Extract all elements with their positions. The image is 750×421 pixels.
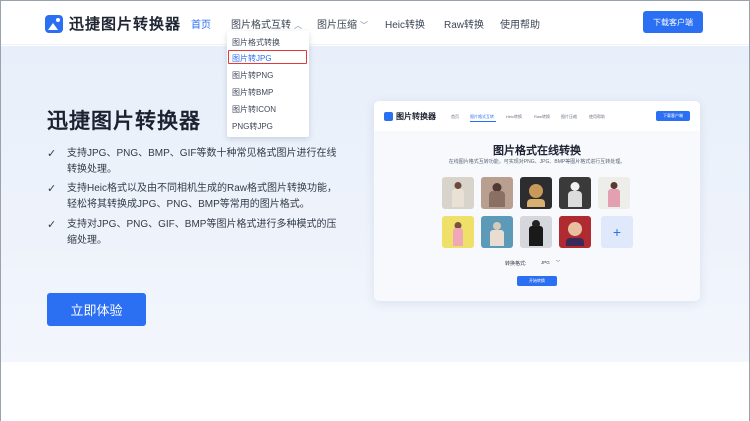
sample-photo xyxy=(481,216,513,248)
feature-text: 支持Heic格式以及由不同相机生成的Raw格式图片转换功能，轻松将其转换成JPG… xyxy=(67,183,338,210)
dropdown-item[interactable]: 图片转ICON xyxy=(232,104,276,115)
chevron-up-icon: ︿ xyxy=(294,21,302,30)
sample-photo xyxy=(520,216,552,248)
preview-format-label: 转换格式: xyxy=(505,261,527,267)
dropdown-item-to-jpg[interactable]: 图片转JPG xyxy=(232,53,272,64)
sample-photo xyxy=(598,177,630,209)
check-icon: ✓ xyxy=(47,219,57,231)
logo[interactable]: 迅捷图片转换器 xyxy=(45,13,181,34)
chevron-down-icon: ﹀ xyxy=(360,21,368,30)
preview-logo-text: 图片转换器 xyxy=(396,112,436,121)
preview-menu-item: 首页 xyxy=(451,114,459,119)
preview-menu-underline xyxy=(470,121,496,122)
dropdown-item[interactable]: 图片格式转换 xyxy=(232,37,280,48)
format-convert-dropdown: 图片格式转换 图片转JPG 图片转PNG 图片转BMP 图片转ICON PNG转… xyxy=(227,31,309,137)
sample-photo xyxy=(481,177,513,209)
check-icon: ✓ xyxy=(47,148,57,160)
sample-photo xyxy=(520,177,552,209)
nav-item-format-convert-label: 图片格式互转 xyxy=(231,20,291,31)
preview-format-value: JPG xyxy=(541,260,550,265)
sample-photo xyxy=(442,177,474,209)
sample-photo xyxy=(559,216,591,248)
image-logo-icon xyxy=(45,14,63,33)
nav-item-heic[interactable]: Heic转换 xyxy=(385,16,425,31)
nav-item-compress[interactable]: 图片压缩 ﹀ xyxy=(317,16,368,31)
logo-text: 迅捷图片转换器 xyxy=(69,16,182,33)
add-image-icon: + xyxy=(601,216,633,248)
feature-text: 支持对JPG、PNG、GIF、BMP等图片格式进行多种模式的压缩处理。 xyxy=(67,219,337,246)
chevron-down-icon: ﹀ xyxy=(555,259,561,265)
dropdown-item[interactable]: 图片转PNG xyxy=(232,70,273,81)
nav-item-home[interactable]: 首页 xyxy=(191,16,211,31)
preview-subtitle: 在线图片格式互转功能，可实现对PNG、JPG、BMP等图片格式进行互转处理。 xyxy=(448,159,626,165)
preview-menu-item: 使用帮助 xyxy=(589,114,605,119)
try-now-button[interactable]: 立即体验 xyxy=(47,293,146,326)
top-nav: 迅捷图片转换器 首页 图片格式互转 ︿ 图片压缩 ﹀ Heic转换 Raw转换 使用… xyxy=(1,1,749,45)
nav-item-raw[interactable]: Raw转换 xyxy=(444,16,484,31)
preview-logo-icon xyxy=(384,112,393,121)
preview-download-button: 下载客户端 xyxy=(656,111,690,121)
dropdown-item[interactable]: 图片转BMP xyxy=(232,87,273,98)
bottom-section xyxy=(1,362,749,421)
hero-title: 迅捷图片转换器 xyxy=(47,110,201,133)
sample-photo xyxy=(442,216,474,248)
preview-title: 图片格式在线转换 xyxy=(493,145,581,157)
feature-item: ✓ 支持对JPG、PNG、GIF、BMP等图片格式进行多种模式的压缩处理。 xyxy=(47,217,337,249)
sample-photo xyxy=(559,177,591,209)
nav-item-help[interactable]: 使用帮助 xyxy=(500,16,540,31)
preview-nav: 图片转换器 首页 图片格式互转 Heic转换 Raw转换 图片压缩 使用帮助 下… xyxy=(374,101,700,131)
preview-format-select: JPG ﹀ xyxy=(541,258,563,267)
preview-start-button: 开始转换 xyxy=(517,276,557,286)
preview-menu-item: Heic转换 xyxy=(506,114,523,119)
preview-menu-item: 图片压缩 xyxy=(561,114,577,119)
feature-text: 支持JPG、PNG、BMP、GIF等数十种常见格式图片进行在线转换处理。 xyxy=(67,148,337,175)
preview-logo: 图片转换器 xyxy=(384,111,436,122)
check-icon: ✓ xyxy=(47,183,57,195)
nav-item-format-convert[interactable]: 图片格式互转 ︿ xyxy=(231,16,302,31)
feature-item: ✓ 支持Heic格式以及由不同相机生成的Raw格式图片转换功能，轻松将其转换成J… xyxy=(47,181,337,213)
nav-item-compress-label: 图片压缩 xyxy=(317,20,357,31)
download-client-button[interactable]: 下载客户端 xyxy=(643,11,703,33)
dropdown-item[interactable]: PNG转JPG xyxy=(232,121,273,132)
preview-menu-item: Raw转换 xyxy=(534,114,551,119)
feature-item: ✓ 支持JPG、PNG、BMP、GIF等数十种常见格式图片进行在线转换处理。 xyxy=(47,146,337,178)
preview-menu-item: 图片格式互转 xyxy=(470,114,494,119)
